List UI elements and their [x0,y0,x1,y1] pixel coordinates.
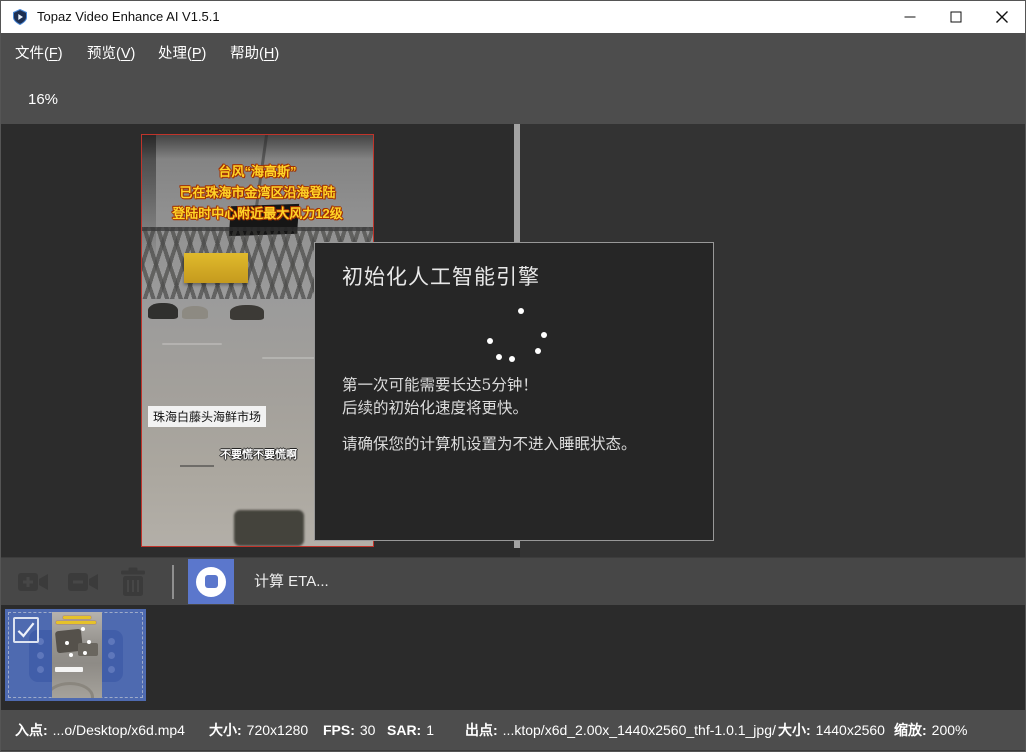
ai-init-dialog: 初始化人工智能引擎 第一次可能需要长达5分钟！ 后续的初始化速度将更快。 请确保… [314,242,714,541]
video-location-label: 珠海白藤头海鲜市场 [148,406,266,427]
stop-processing-icon [196,567,226,597]
maximize-button[interactable] [933,1,979,33]
thumbnail-strip [1,605,1026,710]
minimize-button[interactable] [887,1,933,33]
status-in-size: 大小:720x1280 [209,710,308,750]
status-out-size: 大小:1440x2560 [778,710,885,750]
overlay-line-3: 登陆时中心附近最大风力12级 [142,203,373,224]
menu-help[interactable]: 帮助(H) [230,33,279,75]
video-yellow-sign [184,253,248,283]
video-water-streak [162,343,222,345]
add-video-icon[interactable] [17,569,51,595]
dialog-message-1: 第一次可能需要长达5分钟！ 后续的初始化速度将更快。 [342,374,538,420]
status-bar: 入点:...o/Desktop/x6d.mp4 大小:720x1280 FPS:… [1,710,1026,752]
zoom-level-label: 16% [28,75,58,124]
toolbar-divider [172,565,174,599]
video-car [148,303,178,319]
status-in-point: 入点:...o/Desktop/x6d.mp4 [15,710,185,750]
status-sar: SAR:1 [387,710,434,750]
video-caption: 不要慌不要慌啊 [220,446,297,462]
status-fps: FPS:30 [323,710,375,750]
video-car [182,306,208,319]
thumbnail-checkbox[interactable] [13,617,39,643]
check-icon [15,619,37,641]
video-car [230,305,264,320]
close-icon [996,11,1009,24]
preview-area: 台风“海高斯” 已在珠海市金湾区沿海登陆 登陆时中心附近最大风力12级 珠海白藤… [1,124,1026,557]
processing-toolbar: 计算 ETA... [1,557,1026,605]
menu-file[interactable]: 文件(F) [15,33,63,75]
menu-process[interactable]: 处理(P) [158,33,206,75]
playback-toolbar: 16% 0 / 357 [ 0 : 357 ] [1,75,1026,124]
close-button[interactable] [979,1,1025,33]
dialog-title: 初始化人工智能引擎 [342,261,540,291]
video-dark-object [234,510,304,546]
minimize-icon [905,17,916,18]
overlay-line-2: 已在珠海市金湾区沿海登陆 [142,182,373,203]
status-out-point: 出点:...ktop/x6d_2.00x_1440x2560_thf-1.0.1… [465,710,776,750]
eta-label: 计算 ETA... [254,558,329,606]
video-sky-shade [142,135,373,159]
stop-processing-button[interactable] [188,559,234,604]
video-thumbnail-tile[interactable] [5,609,146,701]
trash-icon[interactable] [120,567,146,597]
title-bar: Topaz Video Enhance AI V1.5.1 [1,1,1026,33]
dialog-message-2: 请确保您的计算机设置为不进入睡眠状态。 [342,433,637,456]
remove-video-icon[interactable] [67,569,101,595]
app-window: Topaz Video Enhance AI V1.5.1 文件(F) 预览(V… [0,0,1026,752]
video-overlay-title: 台风“海高斯” 已在珠海市金湾区沿海登陆 登陆时中心附近最大风力12级 [142,161,373,224]
window-title: Topaz Video Enhance AI V1.5.1 [37,1,220,33]
thumbnail-image [52,612,102,698]
menu-preview[interactable]: 预览(V) [87,33,135,75]
video-debris [180,465,214,467]
status-zoom: 缩放:200% [894,710,967,750]
menu-bar: 文件(F) 预览(V) 处理(P) 帮助(H) [1,33,1026,75]
app-logo-icon [12,9,28,25]
overlay-line-1: 台风“海高斯” [142,161,373,182]
maximize-icon [951,12,962,23]
